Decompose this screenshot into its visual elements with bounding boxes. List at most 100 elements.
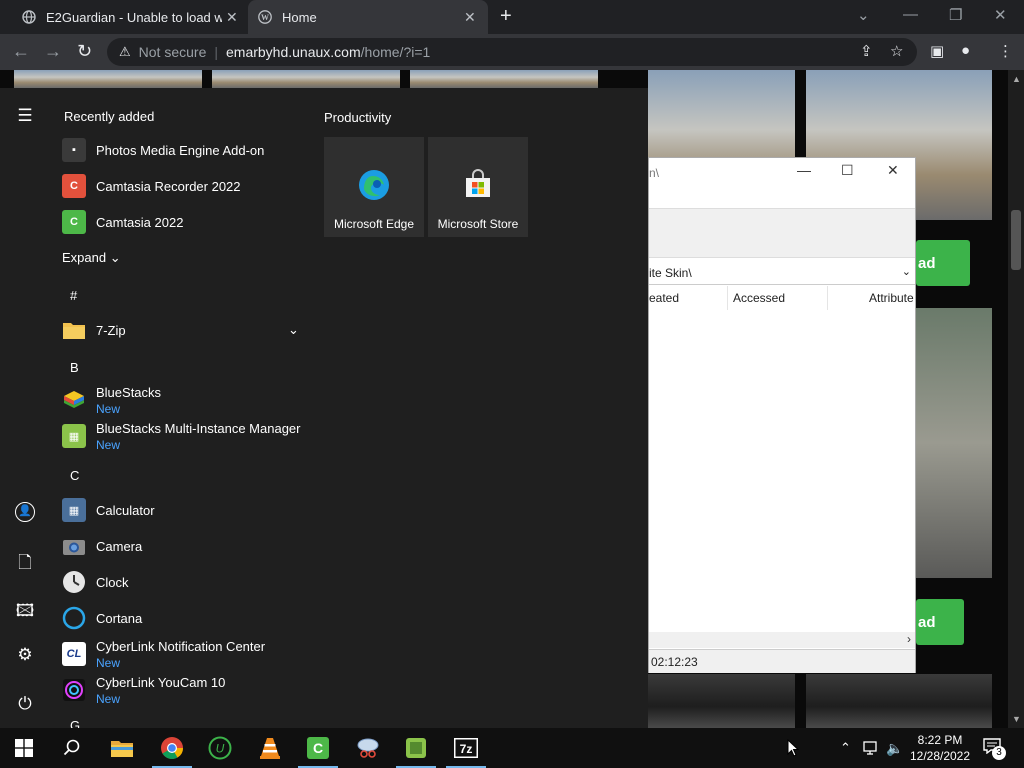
- snipping-tool-taskbar[interactable]: [344, 728, 392, 768]
- hamburger-menu-icon[interactable]: ☰: [15, 106, 35, 126]
- warning-icon[interactable]: ⚠: [119, 44, 131, 60]
- app-camera[interactable]: Camera: [62, 528, 302, 564]
- chevron-up-icon[interactable]: ⌃: [840, 728, 851, 768]
- section-letter-hash[interactable]: #: [70, 288, 77, 303]
- new-tab-button[interactable]: +: [500, 6, 512, 26]
- scroll-right-icon[interactable]: ›: [907, 632, 911, 646]
- tab-home[interactable]: W Home ✕: [248, 0, 488, 34]
- tile-microsoft-store[interactable]: Microsoft Store: [428, 137, 528, 237]
- vlc-cone-icon: [260, 738, 280, 759]
- start-button[interactable]: [0, 728, 48, 768]
- chrome-icon: [161, 737, 183, 759]
- tile-microsoft-edge[interactable]: Microsoft Edge: [324, 137, 424, 237]
- vlc-taskbar[interactable]: [246, 728, 294, 768]
- page-scrollbar[interactable]: ▲ ▼: [1008, 70, 1024, 728]
- profile-icon[interactable]: ●: [961, 42, 970, 59]
- restore-icon[interactable]: ❐: [949, 6, 962, 24]
- app-photos-media-engine[interactable]: ▪ Photos Media Engine Add-on: [62, 132, 302, 168]
- app-cortana[interactable]: Cortana: [62, 600, 302, 636]
- column-created[interactable]: eated: [649, 291, 679, 305]
- scroll-down-icon[interactable]: ▼: [1012, 714, 1021, 724]
- section-letter-g[interactable]: G: [70, 718, 80, 728]
- app-cyberlink-notification[interactable]: CL CyberLink Notification Center New: [62, 636, 302, 672]
- forward-icon[interactable]: →: [44, 41, 62, 61]
- wordpress-icon: W: [258, 10, 272, 24]
- volume-icon[interactable]: 🔈: [886, 728, 903, 768]
- share-icon[interactable]: ⇪: [860, 42, 873, 60]
- close-tab-icon[interactable]: ✕: [464, 9, 476, 26]
- app-calculator[interactable]: ▦ Calculator: [62, 492, 302, 528]
- horizontal-scrollbar[interactable]: ›: [649, 632, 915, 648]
- app-clock[interactable]: Clock: [62, 564, 302, 600]
- file-explorer-taskbar[interactable]: [98, 728, 146, 768]
- action-center-button[interactable]: 3: [980, 736, 1010, 760]
- video-thumbnail[interactable]: [916, 308, 992, 578]
- 7zip-taskbar[interactable]: 7z: [442, 728, 490, 768]
- network-icon[interactable]: [862, 728, 880, 768]
- ribbon: [649, 208, 915, 258]
- store-icon: [466, 169, 490, 197]
- camtasia-taskbar[interactable]: C: [294, 728, 342, 768]
- settings-gear-icon[interactable]: ⚙: [15, 645, 35, 665]
- video-thumbnail[interactable]: [14, 70, 202, 88]
- photos-addon-icon: ▪: [62, 138, 86, 162]
- scroll-up-icon[interactable]: ▲: [1012, 74, 1021, 84]
- u-circle-icon: U: [208, 736, 232, 760]
- start-menu: ☰ 👤 🗋 🖾 ⚙ ⏻ Recently added ▪ Photos Medi…: [0, 88, 648, 728]
- address-bar[interactable]: ⚠ Not secure | emarbyhd.unaux.com /home/…: [107, 38, 917, 66]
- scissors-icon: [357, 738, 379, 758]
- url-host: emarbyhd.unaux.com: [226, 44, 361, 60]
- bluestacks-mim-icon: [406, 738, 426, 758]
- minimize-icon[interactable]: —: [797, 162, 811, 178]
- tab-e2guardian[interactable]: E2Guardian - Unable to load web ✕: [12, 0, 248, 34]
- app-camtasia[interactable]: C Camtasia 2022: [62, 204, 302, 240]
- 7zip-icon: 7z: [454, 738, 478, 758]
- video-thumbnail[interactable]: [410, 70, 598, 88]
- window-titlebar: n\ — ☐ ✕: [649, 158, 915, 188]
- bluestacks-mim-taskbar[interactable]: [392, 728, 440, 768]
- app-list: Recently added ▪ Photos Media Engine Add…: [62, 88, 312, 728]
- start-rail: ☰ 👤 🗋 🖾 ⚙ ⏻: [0, 88, 50, 728]
- bookmark-star-icon[interactable]: ☆: [890, 42, 903, 60]
- side-panel-icon[interactable]: ▣: [930, 42, 944, 60]
- search-button[interactable]: [48, 728, 96, 768]
- system-clock[interactable]: 8:22 PM 12/28/2022: [902, 732, 978, 764]
- power-icon[interactable]: ⏻: [15, 694, 35, 714]
- app-bluestacks-mim[interactable]: ▦ BlueStacks Multi-Instance Manager New: [62, 418, 302, 454]
- tab-search-icon[interactable]: ⌄: [857, 6, 870, 24]
- chevron-down-icon[interactable]: ⌄: [288, 322, 299, 338]
- new-badge: New: [96, 691, 121, 706]
- column-attributes[interactable]: Attribute: [869, 291, 914, 305]
- upwork-taskbar[interactable]: U: [196, 728, 244, 768]
- menu-icon[interactable]: ⋮: [998, 42, 1013, 60]
- minimize-icon[interactable]: —: [903, 6, 918, 23]
- close-window-icon[interactable]: ✕: [887, 162, 899, 179]
- download-button[interactable]: ad: [916, 240, 970, 286]
- column-accessed[interactable]: Accessed: [733, 291, 785, 305]
- app-youcam[interactable]: CyberLink YouCam 10 New: [62, 672, 302, 708]
- reload-icon[interactable]: ↻: [77, 41, 92, 61]
- section-letter-b[interactable]: B: [70, 360, 79, 375]
- path-bar[interactable]: ite Skin\ ⌄: [649, 261, 915, 285]
- scrollbar-thumb[interactable]: [1011, 210, 1021, 270]
- expand-button[interactable]: Expand ⌄: [62, 250, 121, 266]
- section-letter-c[interactable]: C: [70, 468, 79, 483]
- video-thumbnail[interactable]: [806, 674, 992, 728]
- user-account-icon[interactable]: 👤: [15, 502, 35, 522]
- close-window-icon[interactable]: ✕: [994, 6, 1007, 24]
- back-icon[interactable]: ←: [12, 41, 30, 61]
- app-7zip[interactable]: 7-Zip ⌄: [62, 312, 302, 348]
- video-thumbnail[interactable]: [648, 674, 795, 728]
- app-camtasia-recorder[interactable]: C Camtasia Recorder 2022: [62, 168, 302, 204]
- chrome-taskbar[interactable]: [148, 728, 196, 768]
- download-button[interactable]: ad: [916, 599, 964, 645]
- video-thumbnail[interactable]: [212, 70, 400, 88]
- pictures-icon[interactable]: 🖾: [15, 598, 35, 627]
- close-tab-icon[interactable]: ✕: [226, 9, 238, 26]
- documents-icon[interactable]: 🗋: [15, 550, 35, 579]
- security-label[interactable]: Not secure: [139, 44, 207, 60]
- chevron-down-icon[interactable]: ⌄: [902, 265, 911, 278]
- app-bluestacks[interactable]: BlueStacks New: [62, 382, 302, 418]
- browser-toolbar: ← → ↻ ⚠ Not secure | emarbyhd.unaux.com …: [0, 34, 1024, 70]
- maximize-icon[interactable]: ☐: [841, 162, 854, 179]
